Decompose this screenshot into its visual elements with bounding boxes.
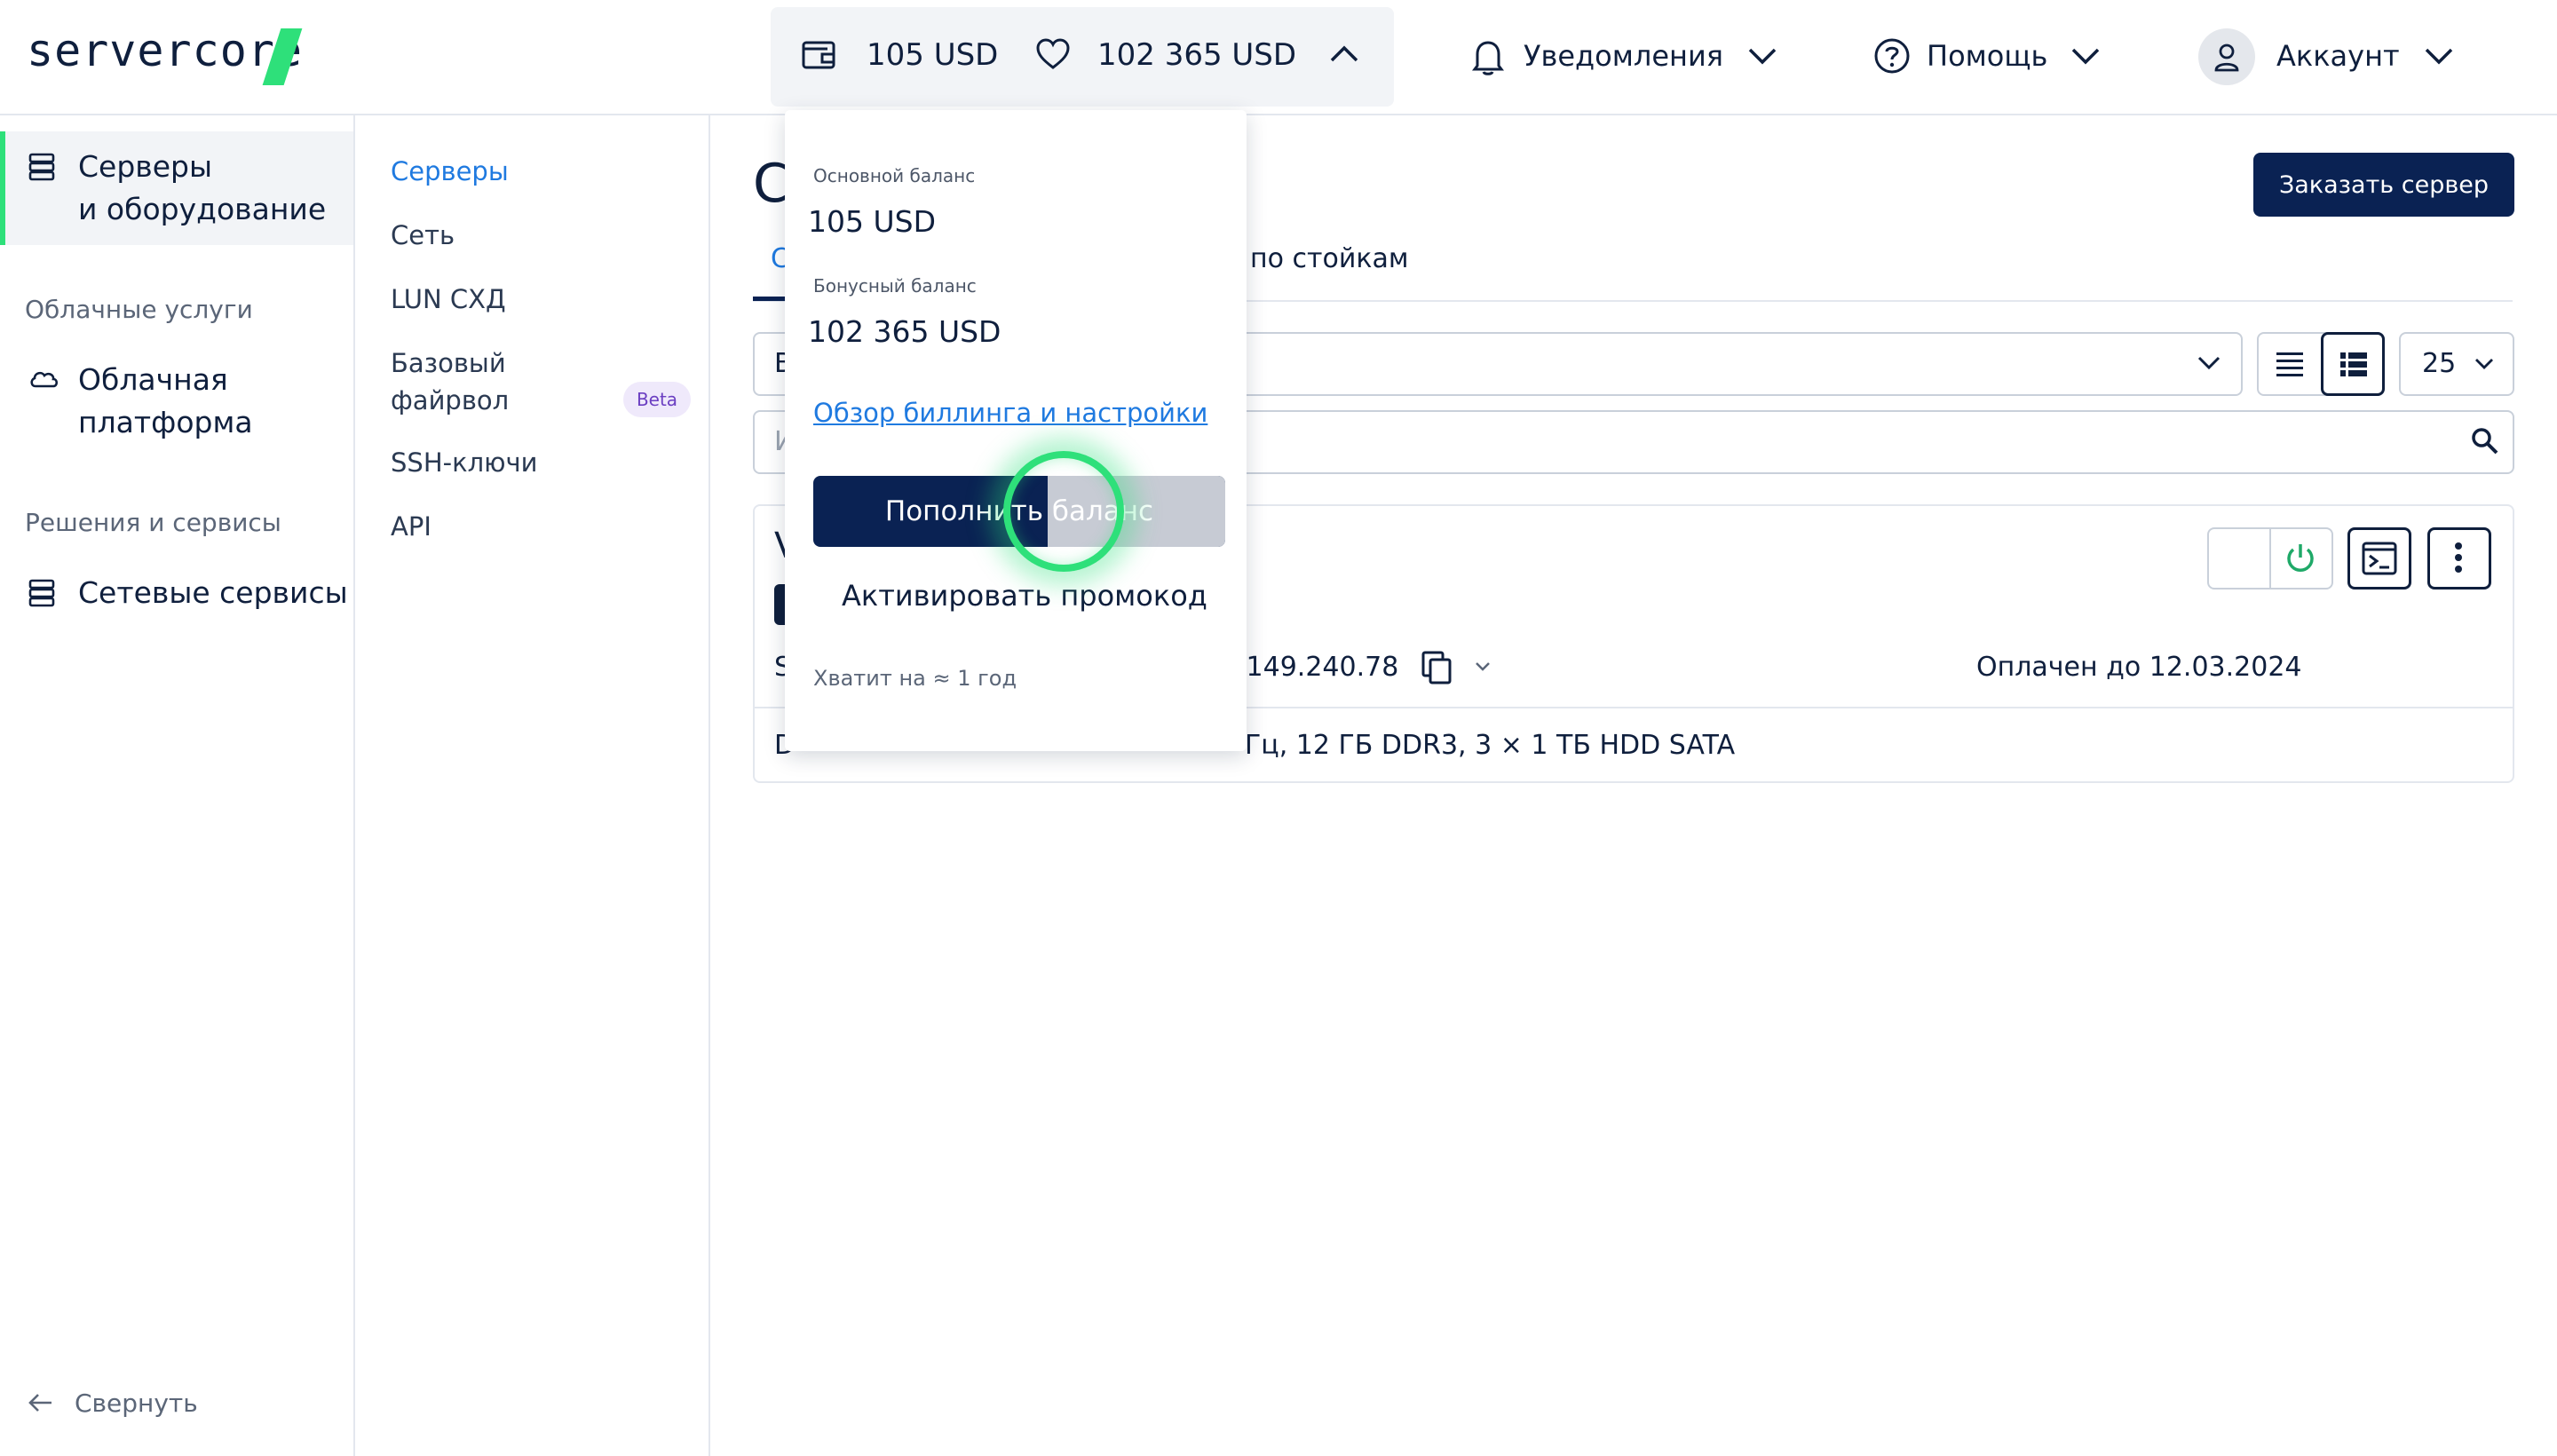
balance-duration-note: Хватит на ≈ 1 год [813, 666, 1017, 691]
copy-icon[interactable] [1421, 650, 1453, 685]
bonus-balance-label: Бонусный баланс [813, 275, 977, 297]
notifications-menu[interactable]: Уведомления [1524, 39, 1723, 73]
avatar[interactable] [2198, 28, 2255, 85]
sidebar-item-line: платформа [78, 405, 253, 439]
chevron-down-icon[interactable] [2424, 46, 2454, 66]
billing-overview-link[interactable]: Обзор биллинга и настройки [813, 398, 1207, 428]
sidebar-item-line: Серверы [78, 149, 213, 184]
bonus-balance-value: 102 365 USD [808, 314, 1001, 349]
chevron-up-icon[interactable] [1328, 43, 1360, 64]
detailed-view-icon [2339, 350, 2369, 378]
subnav-item-lun[interactable]: LUN СХД [391, 281, 506, 318]
server-ip[interactable]: .149.240.78 [1238, 652, 1398, 683]
search-icon[interactable] [2470, 426, 2500, 456]
more-vertical-icon [2452, 540, 2465, 575]
sidebar-item-line: и оборудование [78, 192, 327, 226]
chevron-down-icon[interactable] [1474, 661, 1492, 673]
server-icon [28, 153, 55, 181]
per-page-value: 25 [2422, 348, 2457, 379]
main-balance-value: 105 USD [808, 204, 936, 239]
cloud-icon [28, 368, 59, 389]
per-page-select[interactable] [2399, 332, 2514, 396]
sidebar-item-label: Серверы и оборудование [78, 146, 326, 231]
power-divider [2269, 527, 2271, 590]
tab-active-indicator [753, 297, 788, 301]
order-server-button[interactable]: Заказать сервер [2253, 153, 2514, 217]
subnav-item-api[interactable]: API [391, 508, 431, 545]
chevron-down-icon[interactable] [2197, 355, 2221, 371]
heart-icon [1035, 37, 1071, 71]
collapse-sidebar-button[interactable]: Свернуть [75, 1389, 198, 1418]
network-services-icon [28, 579, 55, 607]
sidebar-item-cloud[interactable]: Облачная платформа [78, 359, 253, 444]
chevron-down-icon[interactable] [2474, 357, 2495, 371]
header-bonus-balance: 102 365 USD [1097, 37, 1297, 73]
power-icon[interactable] [2284, 542, 2317, 575]
tab-racks[interactable]: по стойкам [1250, 243, 1408, 274]
arrow-left-icon[interactable] [27, 1392, 53, 1413]
server-config: Гц, 12 ГБ DDR3, 3 × 1 ТБ HDD SATA [1245, 730, 1736, 761]
beta-badge: Beta [623, 382, 691, 417]
help-icon[interactable] [1873, 37, 1911, 75]
main-balance-label: Основной баланс [813, 165, 976, 186]
subnav-item-firewall[interactable]: Базовый файрвол [391, 344, 509, 419]
sidebar-item-network-services[interactable]: Сетевые сервисы [78, 572, 348, 614]
paid-until: Оплачен до 12.03.2024 [1976, 652, 2302, 683]
sidebar-section-title: Решения и сервисы [25, 508, 281, 537]
sidebar-item-line: Облачная [78, 362, 228, 397]
chevron-down-icon[interactable] [1747, 46, 1777, 66]
header-main-balance: 105 USD [867, 37, 999, 73]
subnav-item-line: Базовый [391, 348, 506, 378]
subnav-item-ssh[interactable]: SSH-ключи [391, 444, 538, 481]
subnav-item-line: файрвол [391, 385, 510, 415]
wallet-icon [801, 37, 838, 73]
subnav-item-servers[interactable]: Серверы [391, 153, 509, 190]
logo[interactable]: servercore [27, 25, 303, 76]
bell-icon[interactable] [1470, 37, 1506, 76]
chevron-down-icon[interactable] [2070, 46, 2101, 66]
help-menu[interactable]: Помощь [1927, 39, 2047, 73]
account-menu[interactable]: Аккаунт [2276, 39, 2400, 73]
subnav-item-network[interactable]: Сеть [391, 217, 455, 254]
balance-toggle[interactable] [771, 7, 1394, 107]
terminal-icon [2362, 542, 2397, 575]
activate-promo-button[interactable]: Активировать промокод [842, 579, 1207, 613]
list-view-icon[interactable] [2275, 350, 2305, 378]
sidebar-section-title: Облачные услуги [25, 295, 253, 324]
click-indicator [1003, 451, 1124, 572]
